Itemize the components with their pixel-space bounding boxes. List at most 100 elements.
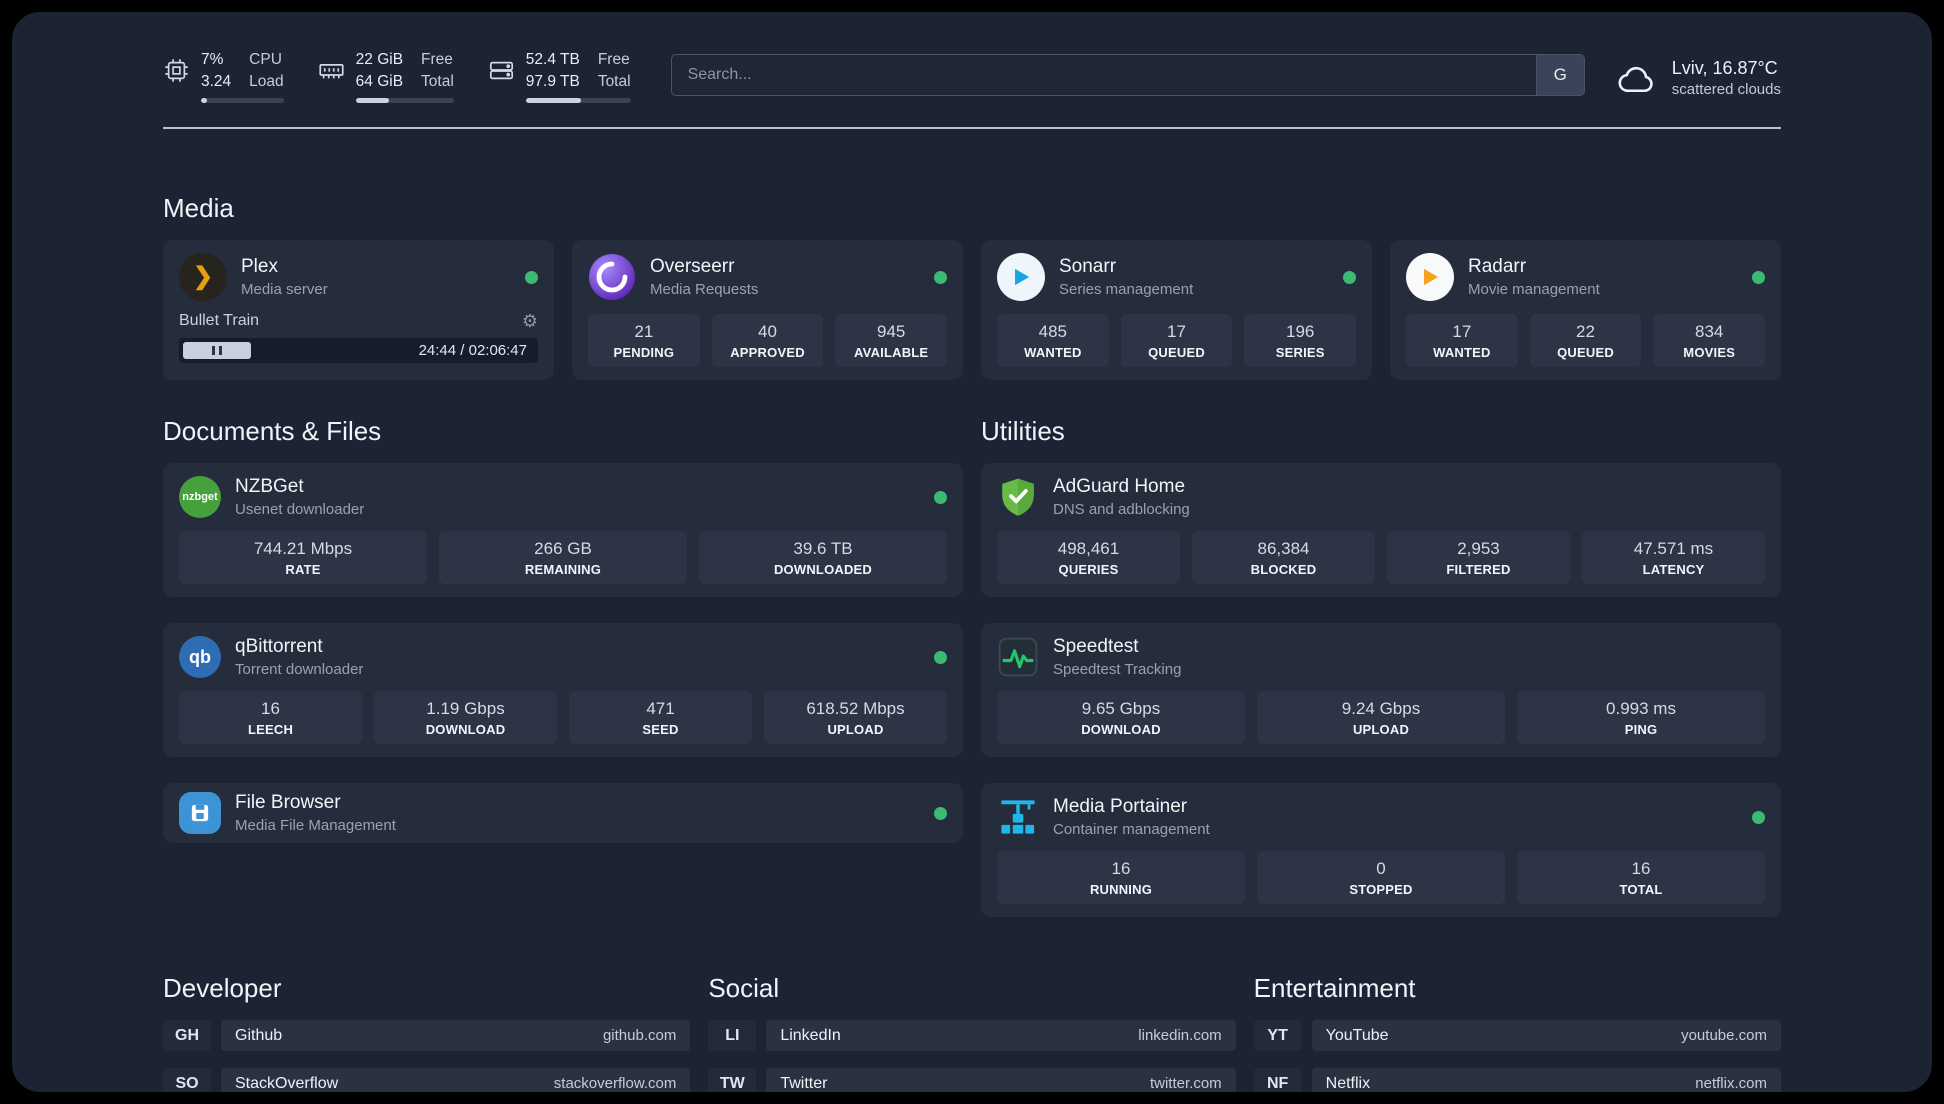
cpu-metric: 7% CPU 3.24 Load (163, 50, 284, 103)
status-dot (934, 806, 947, 820)
plex-icon: ❯ (179, 253, 227, 301)
link-abbr: SO (163, 1068, 211, 1092)
disk-metric: 52.4 TB Free 97.9 TB Total (488, 50, 631, 103)
app-card-plex[interactable]: ❯ Plex Media server Bullet Train ⚙ 24:44… (163, 240, 554, 380)
app-card-overseerr[interactable]: Overseerr Media Requests 21 PENDING 40 A… (572, 240, 963, 380)
link-row-twitter: TW Twitter twitter.com (708, 1068, 1236, 1092)
pause-button[interactable] (183, 342, 252, 359)
link-row-linkedin: LI LinkedIn linkedin.com (708, 1020, 1236, 1051)
link-row-youtube: YT YouTube youtube.com (1253, 1020, 1781, 1051)
radarr-icon (1406, 253, 1454, 301)
stat-upload: 618.52 Mbps UPLOAD (764, 691, 947, 744)
ram-icon (319, 64, 344, 79)
section-developer: Developer GH Github github.com SO StackO… (163, 973, 691, 1092)
weather-condition: scattered clouds (1671, 80, 1781, 98)
adguard-icon (997, 476, 1039, 518)
stat-pending: 21 PENDING (588, 314, 700, 367)
stat-queued: 22 QUEUED (1529, 314, 1642, 367)
app-card-nzbget[interactable]: nzbget NZBGet Usenet downloader 744.21 M… (163, 463, 963, 597)
link-twitter[interactable]: Twitter twitter.com (766, 1068, 1236, 1092)
app-name: AdGuard Home (1053, 476, 1186, 497)
stat-series: 196 SERIES (1244, 314, 1357, 367)
app-name: NZBGet (235, 476, 304, 497)
stat-wanted: 17 WANTED (1406, 314, 1518, 367)
app-subtitle: Media File Management (235, 817, 396, 834)
disk-total-label: Total (597, 73, 631, 90)
now-playing-title: Bullet Train (179, 312, 260, 329)
app-card-sonarr[interactable]: Sonarr Series management 485 WANTED 17 Q… (981, 240, 1372, 380)
stat-downloaded: 39.6 TB DOWNLOADED (699, 531, 947, 584)
app-card-speedtest[interactable]: Speedtest Speedtest Tracking 9.65 Gbps D… (981, 623, 1781, 757)
weather-location-temp: Lviv, 16.87°C (1671, 57, 1778, 78)
app-card-radarr[interactable]: Radarr Movie management 17 WANTED 22 QUE… (1390, 240, 1781, 380)
search-engine-button[interactable]: G (1535, 55, 1584, 95)
stat-movies: 834 MOVIES (1653, 314, 1766, 367)
disk-icon (489, 61, 513, 80)
section-title-documents: Documents & Files (163, 416, 382, 446)
section-media: Media ❯ Plex Media server Bullet Train ⚙ (163, 193, 1781, 380)
stat-wanted: 485 WANTED (997, 314, 1109, 367)
link-youtube[interactable]: YouTube youtube.com (1311, 1020, 1781, 1051)
section-entertainment: Entertainment YT YouTube youtube.com NF … (1253, 973, 1781, 1092)
app-card-adguard[interactable]: AdGuard Home DNS and adblocking 498,461 … (981, 463, 1781, 597)
stat-filtered: 2,953 FILTERED (1387, 531, 1570, 584)
sonarr-icon (997, 253, 1045, 301)
cpu-label: CPU (249, 51, 282, 68)
link-stackoverflow[interactable]: StackOverflow stackoverflow.com (221, 1068, 691, 1092)
app-card-portainer[interactable]: Media Portainer Container management 16 … (981, 783, 1781, 917)
section-title-utilities: Utilities (981, 416, 1065, 446)
app-name: Plex (241, 256, 278, 277)
app-card-qbittorrent[interactable]: qb qBittorrent Torrent downloader 16 LEE… (163, 623, 963, 757)
cloud-icon (1618, 66, 1653, 92)
stat-queries: 498,461 QUERIES (997, 531, 1180, 584)
stat-blocked: 86,384 BLOCKED (1192, 531, 1375, 584)
qbittorrent-icon: qb (179, 636, 221, 678)
stat-seed: 471 SEED (569, 691, 752, 744)
ram-total-value: 64 GiB (355, 73, 404, 90)
status-dot (1752, 810, 1765, 824)
search-input[interactable] (671, 55, 1536, 95)
nzbget-icon: nzbget (179, 476, 221, 518)
link-row-github: GH Github github.com (163, 1020, 691, 1051)
stat-available: 945 AVAILABLE (835, 314, 948, 367)
stat-running: 16 RUNNING (997, 851, 1245, 904)
stat-leech: 16 LEECH (179, 691, 362, 744)
link-netflix[interactable]: Netflix netflix.com (1311, 1068, 1781, 1092)
app-subtitle: Container management (1053, 821, 1210, 838)
app-subtitle: Movie management (1468, 281, 1600, 298)
stat-stopped: 0 STOPPED (1257, 851, 1505, 904)
stat-remaining: 266 GB REMAINING (439, 531, 687, 584)
app-name: Speedtest (1053, 636, 1139, 657)
link-linkedin[interactable]: LinkedIn linkedin.com (766, 1020, 1236, 1051)
header-divider (163, 127, 1781, 129)
section-title-media: Media (163, 193, 234, 223)
stat-upload: 9.24 Gbps UPLOAD (1257, 691, 1505, 744)
status-dot (934, 490, 947, 504)
app-subtitle: Series management (1059, 281, 1194, 298)
stat-rate: 744.21 Mbps RATE (179, 531, 427, 584)
link-github[interactable]: Github github.com (221, 1020, 691, 1051)
playback-progress-bar[interactable]: 24:44 / 02:06:47 (179, 338, 538, 363)
stat-download: 1.19 Gbps DOWNLOAD (374, 691, 557, 744)
link-abbr: GH (163, 1020, 211, 1051)
section-documents: Documents & Files nzbget NZBGet Usenet d… (163, 416, 963, 917)
app-card-filebrowser[interactable]: File Browser Media File Management (163, 783, 963, 843)
playback-time: 24:44 / 02:06:47 (418, 342, 527, 359)
disk-total-value: 97.9 TB (525, 73, 580, 90)
ram-total-label: Total (421, 73, 454, 90)
ram-metric: 22 GiB Free 64 GiB Total (318, 50, 454, 103)
disk-free-value: 52.4 TB (525, 51, 580, 68)
section-title-developer: Developer (163, 973, 282, 1003)
section-title-social: Social (708, 973, 780, 1003)
status-dot (1752, 270, 1765, 284)
top-bar: 7% CPU 3.24 Load 22 GiB Free 64 GiB Tota… (163, 50, 1781, 103)
disk-progress-bar (525, 98, 631, 103)
gear-icon[interactable]: ⚙ (522, 312, 538, 330)
screen: 7% CPU 3.24 Load 22 GiB Free 64 GiB Tota… (0, 0, 1944, 1104)
app-subtitle: Usenet downloader (235, 501, 365, 518)
stat-queued: 17 QUEUED (1120, 314, 1233, 367)
link-abbr: TW (708, 1068, 757, 1092)
weather-widget: Lviv, 16.87°C scattered clouds (1615, 58, 1781, 98)
ram-progress-bar (355, 98, 454, 103)
app-name: Sonarr (1059, 256, 1117, 277)
